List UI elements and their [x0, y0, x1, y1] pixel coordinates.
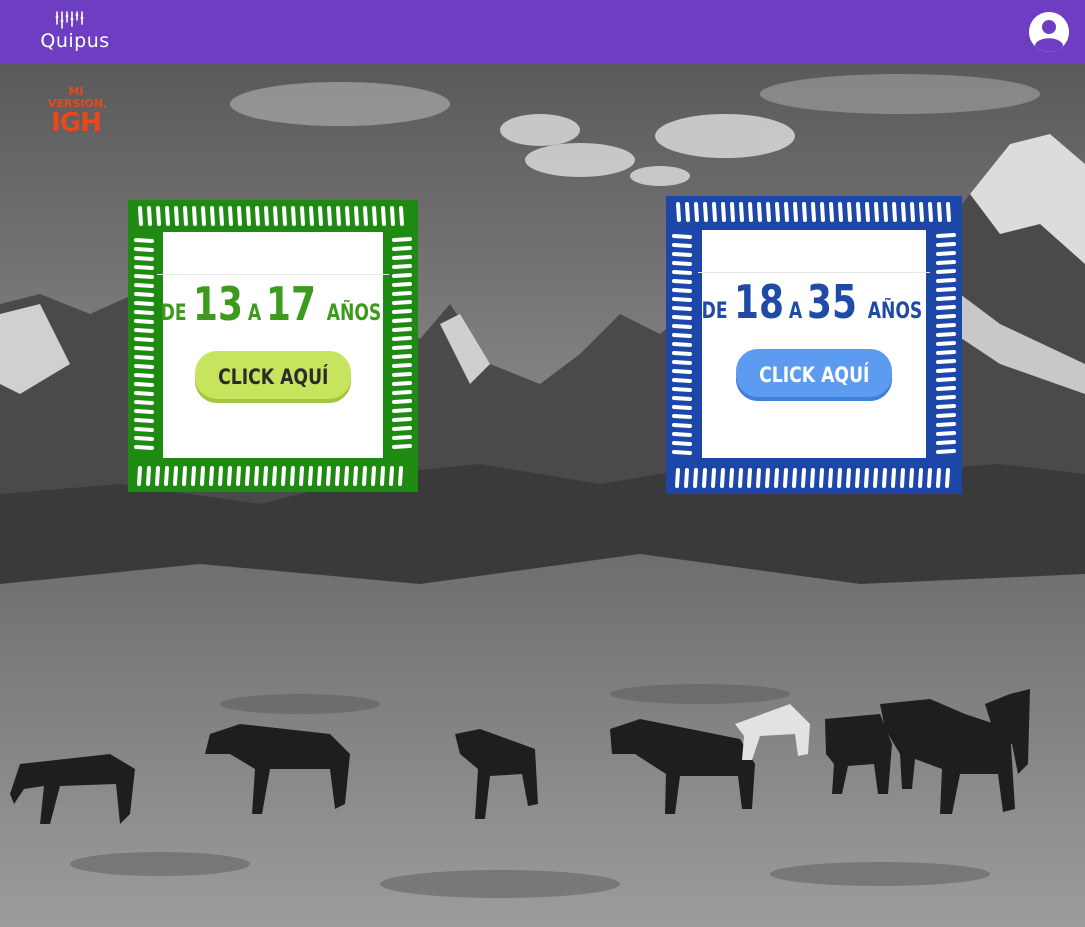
age-prefix: DE [160, 301, 187, 326]
cta-label: CLICK AQUÍ [758, 363, 870, 387]
mi-version-igh-logo: MI VERSIÓN, IGH [48, 85, 107, 142]
brand-line-1: MI [68, 85, 84, 98]
age-joiner: A [248, 301, 262, 326]
click-here-button-13-17[interactable]: CLICK AQUÍ [190, 351, 358, 415]
age-from: 18 [734, 275, 785, 329]
age-joiner: A [789, 299, 803, 324]
age-to: 17 [266, 277, 317, 331]
card-inner-panel: DE 18 A 35 AÑOS CLICK AQUÍ [697, 230, 931, 458]
age-prefix: DE [701, 299, 728, 324]
logo-text: Quipus [40, 30, 110, 52]
account-avatar[interactable] [1029, 12, 1069, 52]
quipus-logo[interactable]: Quipus [40, 10, 110, 54]
brand-line-3: IGH [51, 108, 102, 138]
click-here-button-18-35[interactable]: CLICK AQUÍ [731, 349, 899, 413]
card-inner-panel: DE 13 A 17 AÑOS CLICK AQUÍ [156, 232, 390, 458]
age-card-13-17[interactable]: DE 13 A 17 AÑOS CLICK AQUÍ [128, 200, 418, 492]
cta-label: CLICK AQUÍ [217, 365, 329, 389]
age-card-18-35[interactable]: DE 18 A 35 AÑOS CLICK AQUÍ [666, 196, 962, 494]
age-suffix: AÑOS [326, 301, 382, 326]
age-from: 13 [193, 277, 244, 331]
top-app-bar: Quipus [0, 0, 1085, 64]
account-circle-icon [1029, 12, 1069, 52]
age-range-label: DE 18 A 35 AÑOS [697, 272, 931, 329]
quipu-knots-icon [55, 11, 84, 29]
landscape-background [0, 64, 1085, 927]
age-suffix: AÑOS [867, 299, 923, 324]
age-range-label: DE 13 A 17 AÑOS [156, 274, 390, 331]
age-to: 35 [807, 275, 858, 329]
